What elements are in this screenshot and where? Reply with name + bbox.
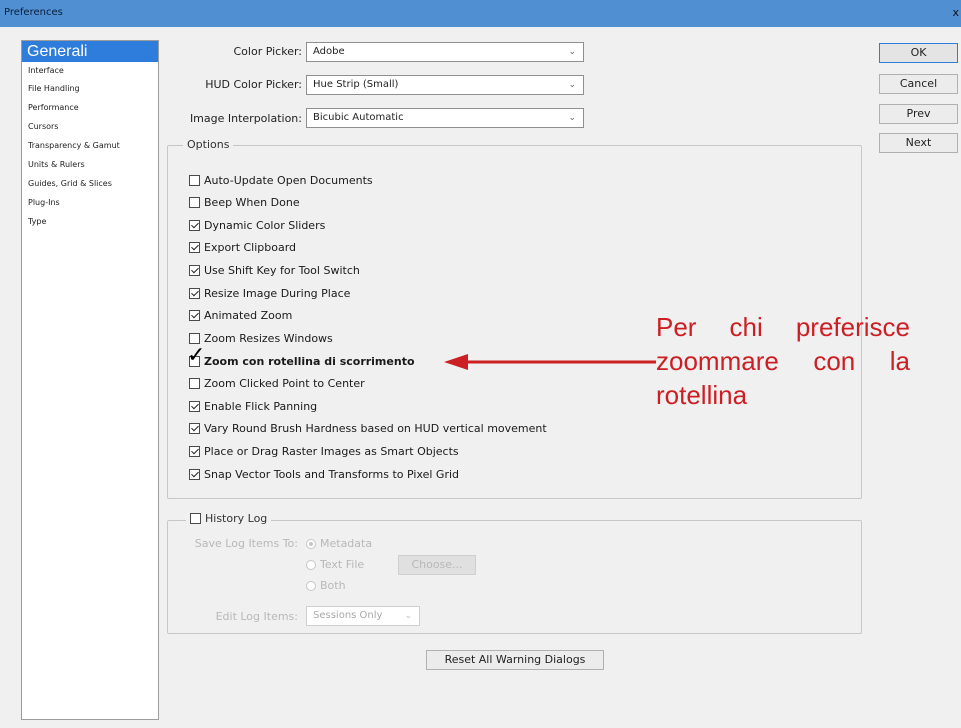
option-zoom-con-rotellina[interactable]: Zoom con rotellina di scorrimento [189,352,415,370]
radio-both[interactable] [306,581,316,591]
image-interpolation-select[interactable]: Bicubic Automatic ⌄ [306,108,584,128]
option-label: Vary Round Brush Hardness based on HUD v… [204,421,547,435]
history-log-legend[interactable]: History Log [186,512,272,525]
radio-both-label: Both [320,579,346,592]
option-label: Zoom Resizes Windows [204,331,333,345]
sidebar-item-type[interactable]: Type [22,212,158,231]
option-snap-vector-tools[interactable]: Snap Vector Tools and Transforms to Pixe… [189,465,459,483]
option-label: Auto-Update Open Documents [204,173,373,187]
checkbox-checked[interactable] [189,468,200,480]
prev-button[interactable]: Prev [879,104,958,124]
choose-button[interactable]: Choose... [398,555,476,575]
option-vary-round-brush[interactable]: Vary Round Brush Hardness based on HUD v… [189,419,547,437]
sidebar-item-units-rulers[interactable]: Units & Rulers [22,155,158,174]
radio-text-file-label: Text File [320,558,365,571]
image-interpolation-value: Bicubic Automatic [313,112,404,123]
chevron-down-icon: ⌄ [568,80,576,90]
annotation-arrow [444,354,656,370]
option-resize-image-during-place[interactable]: Resize Image During Place [189,284,350,302]
checkbox-checked[interactable] [189,400,200,412]
handwritten-check-icon: ✓ [187,343,206,368]
save-log-items-label: Save Log Items To: [194,537,298,550]
option-beep-when-done[interactable]: Beep When Done [189,193,300,211]
checkbox-checked[interactable] [189,287,200,299]
option-label: Zoom Clicked Point to Center [204,376,365,390]
sidebar-item-plug-ins[interactable]: Plug-Ins [22,193,158,212]
option-export-clipboard[interactable]: Export Clipboard [189,238,296,256]
checkbox[interactable] [189,377,200,389]
sidebar-item-interface[interactable]: Interface [22,62,158,79]
hud-color-picker-label: HUD Color Picker: [205,78,302,91]
annotation-line: Per chi preferisce [656,312,910,342]
options-legend: Options [183,138,234,151]
color-picker-label: Color Picker: [233,45,303,58]
annotation-text: Per chi preferisce zoommare con la rotel… [656,310,910,412]
annotation-line: rotellina [656,380,748,410]
ok-button[interactable]: OK [879,43,958,63]
option-place-drag-raster[interactable]: Place or Drag Raster Images as Smart Obj… [189,442,459,460]
radio-text-file[interactable] [306,560,316,570]
option-label: Snap Vector Tools and Transforms to Pixe… [204,467,460,481]
option-label: Place or Drag Raster Images as Smart Obj… [204,444,459,458]
chevron-down-icon: ⌄ [404,611,412,621]
option-auto-update-open-documents[interactable]: Auto-Update Open Documents [189,171,373,189]
edit-log-items-value: Sessions Only [313,610,383,621]
option-label: Beep When Done [204,195,300,209]
chevron-down-icon: ⌄ [568,113,576,123]
option-label: Resize Image During Place [204,286,351,300]
edit-log-items-label: Edit Log Items: [215,610,298,623]
edit-log-items-select[interactable]: Sessions Only ⌄ [306,606,420,626]
option-enable-flick-panning[interactable]: Enable Flick Panning [189,397,317,415]
preferences-sidebar: Generali Interface File Handling Perform… [21,40,159,720]
option-label: Animated Zoom [204,308,293,322]
color-picker-select[interactable]: Adobe ⌄ [306,42,584,62]
sidebar-item-cursors[interactable]: Cursors [22,117,158,136]
sidebar-item-file-handling[interactable]: File Handling [22,79,158,98]
chevron-down-icon: ⌄ [568,47,576,57]
option-dynamic-color-sliders[interactable]: Dynamic Color Sliders [189,216,325,234]
option-zoom-clicked-point[interactable]: Zoom Clicked Point to Center [189,374,365,392]
checkbox-checked[interactable] [189,264,200,276]
annotation-line: zoommare con la [656,346,910,376]
color-picker-value: Adobe [313,46,345,57]
checkbox-checked[interactable] [189,309,200,321]
reset-warning-dialogs-button[interactable]: Reset All Warning Dialogs [426,650,604,670]
option-animated-zoom[interactable]: Animated Zoom [189,306,292,324]
option-zoom-resizes-windows[interactable]: Zoom Resizes Windows [189,329,333,347]
hud-color-picker-value: Hue Strip (Small) [313,79,399,90]
checkbox-checked[interactable] [189,219,200,231]
option-label: Dynamic Color Sliders [204,218,326,232]
option-label: Export Clipboard [204,240,297,254]
radio-metadata-label: Metadata [320,537,373,550]
title-bar: Preferences x [0,0,961,27]
history-log-label: History Log [205,512,268,525]
checkbox[interactable] [189,196,200,208]
radio-metadata[interactable] [306,539,316,549]
sidebar-item-generali[interactable]: Generali [22,41,158,62]
sidebar-item-guides-grid-slices[interactable]: Guides, Grid & Slices [22,174,158,193]
sidebar-item-transparency-gamut[interactable]: Transparency & Gamut [22,136,158,155]
checkbox-checked[interactable] [189,422,200,434]
cancel-button[interactable]: Cancel [879,74,958,94]
hud-color-picker-select[interactable]: Hue Strip (Small) ⌄ [306,75,584,95]
history-log-checkbox[interactable] [190,513,201,524]
next-button[interactable]: Next [879,133,958,153]
checkbox-checked[interactable] [189,241,200,253]
sidebar-item-performance[interactable]: Performance [22,98,158,117]
checkbox-checked[interactable] [189,445,200,457]
checkbox[interactable] [189,174,200,186]
checkbox[interactable] [189,332,200,344]
option-use-shift-key[interactable]: Use Shift Key for Tool Switch [189,261,360,279]
option-label: Zoom con rotellina di scorrimento [204,354,415,368]
window-title: Preferences [4,7,63,18]
image-interpolation-label: Image Interpolation: [189,112,302,125]
close-icon[interactable]: x [952,6,959,19]
option-label: Use Shift Key for Tool Switch [204,263,360,277]
option-label: Enable Flick Panning [204,399,318,413]
